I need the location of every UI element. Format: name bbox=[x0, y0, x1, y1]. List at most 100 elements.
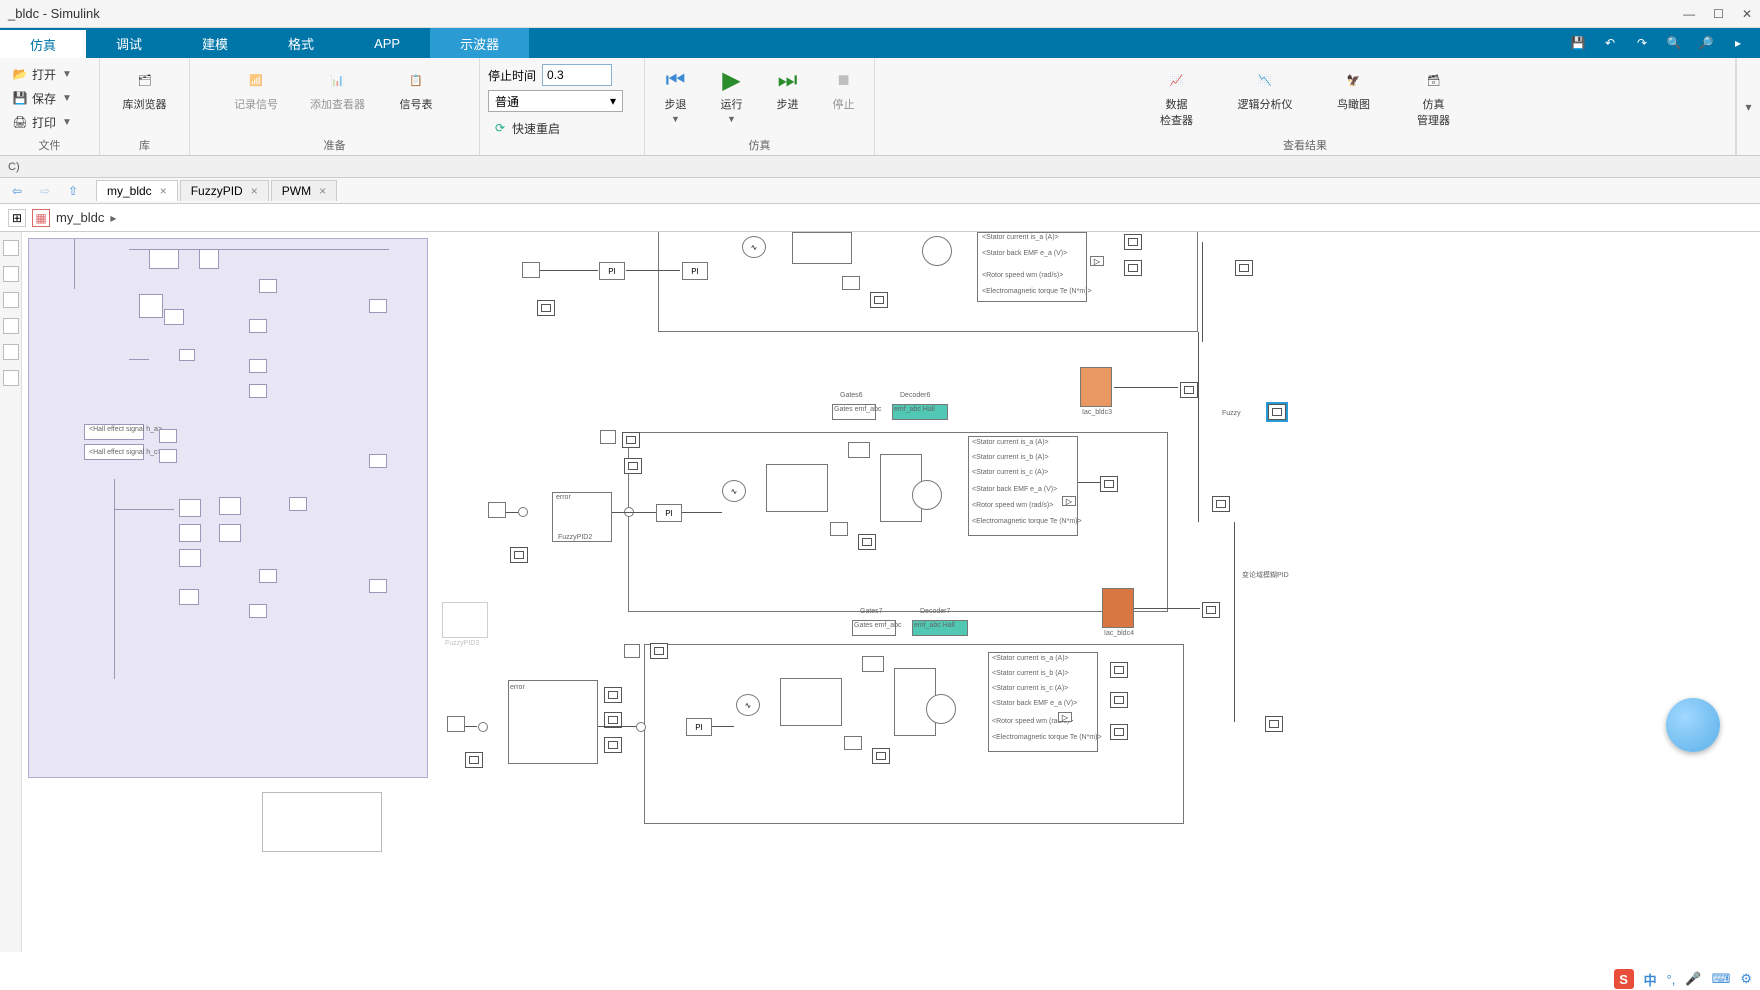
assistant-orb[interactable] bbox=[1666, 698, 1720, 752]
record-signal-button[interactable]: 📶 记录信号 bbox=[228, 62, 284, 116]
scope-switch-bot[interactable] bbox=[1202, 602, 1220, 618]
ime-language[interactable]: 中 bbox=[1644, 970, 1657, 989]
block-switch-mid[interactable] bbox=[1080, 367, 1112, 407]
stop-button[interactable]: ■ 停止 bbox=[819, 62, 869, 116]
subsystem-extra[interactable] bbox=[262, 792, 382, 852]
block-const[interactable] bbox=[522, 262, 540, 278]
block-sum[interactable] bbox=[518, 507, 528, 517]
birdseye-button[interactable]: 🦅 鸟瞰图 bbox=[1329, 62, 1379, 116]
block-step-2[interactable] bbox=[862, 656, 884, 672]
scope-out-2[interactable] bbox=[1124, 260, 1142, 276]
tab-format[interactable]: 格式 bbox=[258, 28, 344, 58]
block-inverter-3[interactable] bbox=[780, 678, 842, 726]
sim-manager-button[interactable]: 🗃 仿真 管理器 bbox=[1409, 62, 1459, 132]
data-inspector-button[interactable]: 📈 数据 检查器 bbox=[1152, 62, 1202, 132]
palette-btn-2[interactable] bbox=[3, 266, 19, 282]
close-tab-icon[interactable]: × bbox=[160, 184, 167, 198]
nav-forward-button[interactable]: ⇨ bbox=[34, 181, 56, 201]
ime-punct-icon[interactable]: °, bbox=[1667, 972, 1676, 987]
undo-icon[interactable]: ↶ bbox=[1598, 31, 1622, 55]
breadcrumb-arrow-icon[interactable]: ▸ bbox=[110, 211, 116, 225]
breadcrumb-root[interactable]: my_bldc bbox=[56, 210, 104, 225]
overview-selection[interactable]: <Hall effect signal h_a> <Hall effect si… bbox=[28, 238, 428, 778]
block-const-3[interactable] bbox=[447, 716, 465, 732]
block-fuzzy-var[interactable] bbox=[508, 680, 598, 764]
block-pi-1[interactable]: PI bbox=[599, 262, 625, 280]
scope-2[interactable] bbox=[870, 292, 888, 308]
scope-1[interactable] bbox=[537, 300, 555, 316]
doc-tab-fuzzypid[interactable]: FuzzyPID × bbox=[180, 180, 269, 201]
scope-bus-bot-4[interactable] bbox=[1265, 716, 1283, 732]
block-inverter[interactable] bbox=[792, 232, 852, 264]
find-block-icon[interactable]: 🔎 bbox=[1694, 31, 1718, 55]
tab-app[interactable]: APP bbox=[344, 28, 430, 58]
block-inverter-2[interactable] bbox=[766, 464, 828, 512]
signal-table-button[interactable]: 📋 信号表 bbox=[391, 62, 441, 116]
block-fuzzypid3[interactable] bbox=[442, 602, 488, 638]
ime-keyboard-icon[interactable]: ⌨ bbox=[1712, 971, 1731, 987]
redo-icon[interactable]: ↷ bbox=[1630, 31, 1654, 55]
palette-btn-5[interactable] bbox=[3, 344, 19, 360]
ime-settings-icon[interactable]: ⚙ bbox=[1740, 971, 1752, 987]
step-forward-button[interactable]: ⏭ 步进 bbox=[763, 62, 813, 116]
block-gain-tri-2[interactable]: ▷ bbox=[1062, 496, 1076, 506]
scope-bot-4[interactable] bbox=[604, 737, 622, 753]
block-gain-tri-3[interactable]: ▷ bbox=[1058, 712, 1072, 722]
block-source-2[interactable]: ∿ bbox=[722, 480, 746, 502]
scope-fuzzy-selected[interactable] bbox=[1268, 404, 1286, 420]
scope-mid-3[interactable] bbox=[624, 458, 642, 474]
block-source[interactable]: ∿ bbox=[742, 236, 766, 258]
palette-btn-4[interactable] bbox=[3, 318, 19, 334]
block-gain[interactable] bbox=[842, 276, 860, 290]
palette-btn-3[interactable] bbox=[3, 292, 19, 308]
stop-time-input[interactable] bbox=[542, 64, 612, 86]
save-icon[interactable]: 💾 bbox=[1566, 31, 1590, 55]
collapse-ribbon-icon[interactable]: ▸ bbox=[1726, 31, 1750, 55]
minimize-button[interactable]: — bbox=[1683, 7, 1695, 21]
scope-bus-bot-1[interactable] bbox=[1110, 662, 1128, 678]
save-button[interactable]: 💾 保存 ▼ bbox=[8, 86, 76, 110]
maximize-button[interactable]: ☐ bbox=[1713, 7, 1724, 21]
block-const-2[interactable] bbox=[488, 502, 506, 518]
step-back-button[interactable]: ⏮ 步退 ▼ bbox=[651, 62, 701, 128]
block-gain-3[interactable] bbox=[844, 736, 862, 750]
scope-mid-2[interactable] bbox=[510, 547, 528, 563]
block-du[interactable] bbox=[600, 430, 616, 444]
close-tab-icon[interactable]: × bbox=[251, 184, 258, 198]
nav-up-button[interactable]: ⇧ bbox=[62, 181, 84, 201]
fast-restart-button[interactable]: ⟳ 快速重启 bbox=[488, 116, 636, 140]
scope-out-1[interactable] bbox=[1124, 234, 1142, 250]
sim-mode-select[interactable]: 普通 ▾ bbox=[488, 90, 623, 112]
print-button[interactable]: 🖨 打印 ▼ bbox=[8, 110, 76, 134]
block-motor-1[interactable] bbox=[922, 236, 952, 266]
run-button[interactable]: ▶ 运行 ▼ bbox=[707, 62, 757, 128]
scope-bot-5[interactable] bbox=[872, 748, 890, 764]
scope-bus-mid-2[interactable] bbox=[1212, 496, 1230, 512]
logic-analyzer-button[interactable]: 📉 逻辑分析仪 bbox=[1232, 62, 1299, 116]
block-switch-bot[interactable] bbox=[1102, 588, 1134, 628]
open-button[interactable]: 📂 打开 ▼ bbox=[8, 62, 76, 86]
search-icon[interactable]: 🔍 bbox=[1662, 31, 1686, 55]
scope-bot-2[interactable] bbox=[604, 687, 622, 703]
block-step[interactable] bbox=[848, 442, 870, 458]
scope-mid-4[interactable] bbox=[858, 534, 876, 550]
library-browser-button[interactable]: 🗂 库浏览器 bbox=[117, 62, 173, 116]
nav-back-button[interactable]: ⇦ bbox=[6, 181, 28, 201]
model-hierarchy-icon[interactable]: ⊞ bbox=[8, 209, 26, 227]
tab-scope[interactable]: 示波器 bbox=[430, 28, 529, 58]
scope-bus-bot-3[interactable] bbox=[1110, 724, 1128, 740]
block-motor-3[interactable] bbox=[926, 694, 956, 724]
block-source-3[interactable]: ∿ bbox=[736, 694, 760, 716]
tab-modeling[interactable]: 建模 bbox=[172, 28, 258, 58]
scope-bot-1[interactable] bbox=[465, 752, 483, 768]
block-du-2[interactable] bbox=[624, 644, 640, 658]
doc-tab-mybldc[interactable]: my_bldc × bbox=[96, 180, 178, 201]
doc-tab-pwm[interactable]: PWM × bbox=[271, 180, 337, 201]
block-pi-2[interactable]: PI bbox=[682, 262, 708, 280]
block-motor-2[interactable] bbox=[912, 480, 942, 510]
block-gain-2[interactable] bbox=[830, 522, 848, 536]
close-tab-icon[interactable]: × bbox=[319, 184, 326, 198]
expand-ribbon-icon[interactable]: ▾ bbox=[1745, 100, 1751, 114]
block-sum-3[interactable] bbox=[478, 722, 488, 732]
tab-debug[interactable]: 调试 bbox=[86, 28, 172, 58]
